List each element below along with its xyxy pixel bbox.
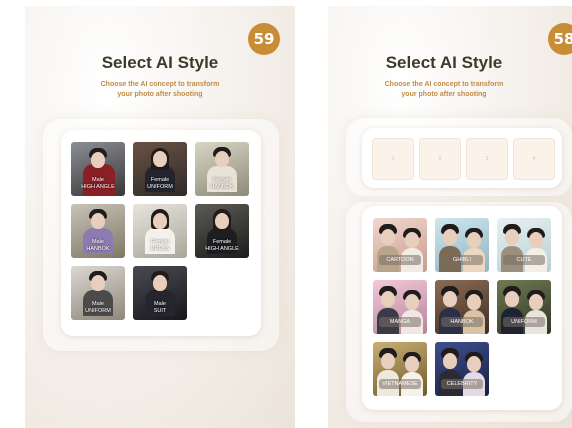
style-tile-male-uniform[interactable]: Male UNIFORM xyxy=(71,266,125,320)
style-grid-card: CARTOON GHIBLI CUTE MANGA HANBOK UNIFORM… xyxy=(362,206,562,410)
countdown-timer: 59 xyxy=(248,23,280,55)
photo-slot-4[interactable]: 4 xyxy=(513,138,555,180)
style-tile-female-uniform[interactable]: Female UNIFORM xyxy=(133,142,187,196)
countdown-timer: 58 xyxy=(548,23,572,55)
style-name-label: VIETNAMESE xyxy=(382,381,418,387)
photo-slot-1[interactable]: 1 xyxy=(372,138,414,180)
style-tile-uniform[interactable]: UNIFORM xyxy=(497,280,551,334)
subtitle-line-1: Choose the AI concept to transform xyxy=(100,81,220,88)
slot-number: 1 xyxy=(391,156,395,162)
photo-slot-2[interactable]: 2 xyxy=(419,138,461,180)
style-tile-male-suit[interactable]: Male SUIT xyxy=(133,266,187,320)
style-name-label: HANBOK xyxy=(210,184,234,190)
style-name-label: HIGH ANGLE xyxy=(81,184,115,190)
style-tile-manga[interactable]: MANGA xyxy=(373,280,427,334)
style-select-screen-b: 58 Select AI Style Choose the AI concept… xyxy=(328,6,572,428)
style-gender-label: Female xyxy=(212,177,232,183)
style-tile-cute[interactable]: CUTE xyxy=(497,218,551,272)
style-name-label: UNIFORM xyxy=(511,319,537,325)
style-name-label: UNIFORM xyxy=(147,184,173,190)
style-gender-label: Male xyxy=(92,239,104,245)
style-name-label: DRESS xyxy=(150,246,170,252)
slot-number: 4 xyxy=(532,156,536,162)
style-gender-label: Male xyxy=(92,177,104,183)
style-tile-celebrity[interactable]: CELEBRITY xyxy=(435,342,489,396)
style-gender-label: Female xyxy=(150,177,170,183)
style-tile-ghibli[interactable]: GHIBLI xyxy=(435,218,489,272)
style-tile-hanbok[interactable]: HANBOK xyxy=(435,280,489,334)
style-name-label: CUTE xyxy=(516,257,532,263)
style-name-label: HANBOK xyxy=(86,246,110,252)
style-select-screen-a: 59 Select AI Style Choose the AI concept… xyxy=(25,6,295,428)
style-gender-label: Female xyxy=(150,239,170,245)
subtitle-line-2: your photo after shooting xyxy=(401,91,487,98)
style-gender-label: Male xyxy=(154,301,166,307)
style-tile-female-dress[interactable]: Female DRESS xyxy=(133,204,187,258)
style-grid-card: Male HIGH ANGLE Female UNIFORM Female HANBO… xyxy=(61,130,261,336)
style-name-label: SUIT xyxy=(153,308,167,314)
page-title: Select AI Style xyxy=(385,53,503,72)
page-title: Select AI Style xyxy=(101,53,219,72)
style-tile-female-high-angle[interactable]: Female HIGH ANGLE xyxy=(195,204,249,258)
slot-number: 3 xyxy=(485,156,489,162)
style-tile-male-hanbok[interactable]: Male HANBOK xyxy=(71,204,125,258)
style-gender-label: Female xyxy=(212,239,232,245)
style-name-label: CARTOON xyxy=(386,257,414,263)
page-subtitle: Choose the AI concept to transform your … xyxy=(328,80,572,100)
subtitle-line-1: Choose the AI concept to transform xyxy=(384,81,504,88)
photo-slot-3[interactable]: 3 xyxy=(466,138,508,180)
style-name-label: GHIBLI xyxy=(452,257,472,263)
style-name-label: MANGA xyxy=(389,319,411,325)
style-tile-cartoon[interactable]: CARTOON xyxy=(373,218,427,272)
style-name-label: UNIFORM xyxy=(85,308,111,314)
style-tile-vietnamese[interactable]: VIETNAMESE xyxy=(373,342,427,396)
page-subtitle: Choose the AI concept to transform your … xyxy=(25,80,295,100)
style-name-label: HIGH ANGLE xyxy=(205,246,239,252)
style-name-label: CELEBRITY xyxy=(446,381,478,387)
subtitle-line-2: your photo after shooting xyxy=(117,91,203,98)
style-name-label: HANBOK xyxy=(450,319,474,325)
style-gender-label: Male xyxy=(92,301,104,307)
slot-number: 2 xyxy=(438,156,442,162)
style-tile-female-hanbok[interactable]: Female HANBOK xyxy=(195,142,249,196)
photo-slots-card: 1 2 3 4 xyxy=(362,128,562,188)
style-tile-male-high-angle[interactable]: Male HIGH ANGLE xyxy=(71,142,125,196)
